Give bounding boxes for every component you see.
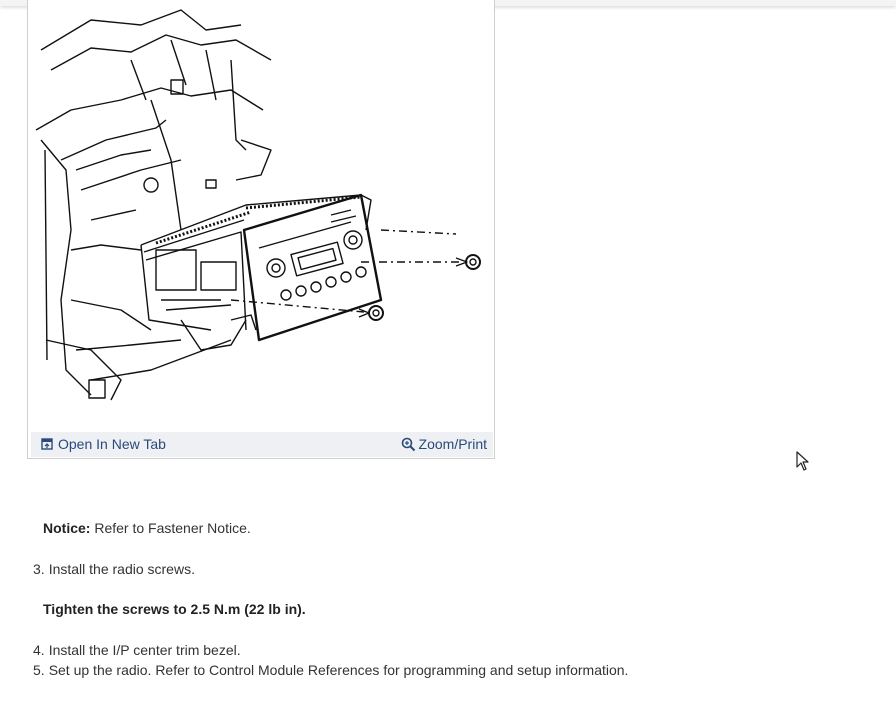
step-item-4: 4. Install the I/P center trim bezel. bbox=[33, 641, 241, 659]
step-text: Install the I/P center trim bezel. bbox=[48, 642, 241, 658]
mouse-pointer-icon bbox=[796, 451, 810, 476]
open-in-new-tab-label: Open In New Tab bbox=[58, 436, 166, 452]
open-new-tab-icon bbox=[41, 438, 53, 450]
step-item-5: 5. Set up the radio. Refer to Control Mod… bbox=[33, 661, 628, 679]
open-in-new-tab-link[interactable]: Open In New Tab bbox=[41, 436, 166, 452]
zoom-icon bbox=[401, 437, 416, 452]
zoom-print-link[interactable]: Zoom/Print bbox=[401, 436, 487, 452]
notice-text: Refer to Fastener Notice. bbox=[94, 520, 251, 536]
step-text: Set up the radio. Refer to Control Modul… bbox=[48, 662, 629, 678]
step-text: Install the radio screws. bbox=[48, 561, 195, 577]
notice-line: Notice: Refer to Fastener Notice. bbox=[43, 519, 251, 537]
radio-installation-diagram[interactable] bbox=[31, 0, 493, 430]
zoom-print-label: Zoom/Print bbox=[418, 436, 487, 452]
notice-label: Notice: bbox=[43, 520, 91, 536]
step-number: 3. bbox=[33, 561, 45, 577]
step-number: 4. bbox=[33, 642, 45, 658]
figure-toolbar: Open In New Tab Zoom/Print bbox=[31, 432, 493, 457]
step-number: 5. bbox=[33, 662, 45, 678]
figure-panel: Open In New Tab Zoom/Print bbox=[27, 0, 495, 459]
step-item-3: 3. Install the radio screws. bbox=[33, 560, 195, 578]
torque-specification: Tighten the screws to 2.5 N.m (22 lb in)… bbox=[43, 601, 306, 617]
